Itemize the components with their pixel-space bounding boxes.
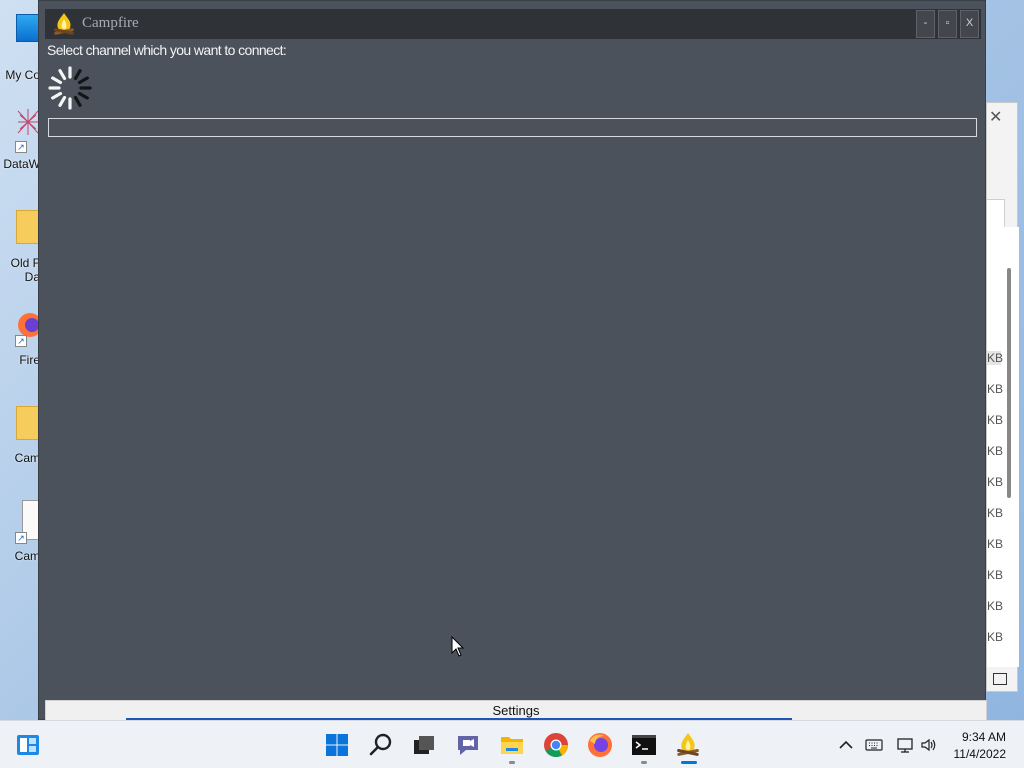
chrome-icon[interactable] bbox=[542, 731, 570, 759]
view-toggle-icon[interactable] bbox=[993, 673, 1007, 685]
desktop-icon-label: DataW bbox=[3, 157, 40, 171]
file-size: KB bbox=[987, 537, 1004, 551]
shortcut-arrow-icon: ↗ bbox=[15, 141, 27, 153]
chat-icon[interactable] bbox=[454, 731, 482, 759]
loading-spinner-icon bbox=[48, 66, 92, 110]
spinner-spoke bbox=[58, 69, 67, 81]
desktop-icon-label: Fire bbox=[19, 353, 40, 367]
keyboard-icon[interactable] bbox=[865, 736, 883, 754]
file-size: KB bbox=[987, 506, 1004, 520]
background-explorer-window: ✕ KB KB KB KB KB KB KB KB KB KB bbox=[986, 102, 1019, 692]
scrollbar[interactable] bbox=[1007, 268, 1011, 498]
terminal-icon[interactable] bbox=[630, 731, 658, 759]
file-size: KB bbox=[987, 382, 1004, 396]
spinner-spoke bbox=[73, 95, 82, 107]
desktop-icon-label: Old F bbox=[10, 256, 40, 270]
maximize-button[interactable]: ▫ bbox=[938, 10, 957, 38]
background-search-field[interactable] bbox=[987, 199, 1005, 229]
window-title: Campfire bbox=[82, 15, 139, 31]
campfire-window: Campfire - ▫ X Select channel which you … bbox=[38, 0, 987, 721]
title-bar[interactable]: Campfire - ▫ X bbox=[45, 9, 981, 39]
search-icon[interactable] bbox=[367, 731, 395, 759]
shortcut-arrow-icon: ↗ bbox=[15, 532, 27, 544]
file-size: KB bbox=[987, 413, 1004, 427]
close-icon[interactable]: ✕ bbox=[989, 107, 1002, 127]
running-indicator bbox=[509, 761, 515, 764]
mouse-cursor-icon bbox=[451, 636, 465, 657]
campfire-icon bbox=[54, 13, 74, 35]
desktop-icon-label: My Co bbox=[5, 68, 40, 82]
datawarrior-icon bbox=[17, 109, 39, 135]
spinner-spoke bbox=[51, 76, 63, 85]
campfire-icon[interactable] bbox=[674, 731, 702, 759]
widgets-icon[interactable] bbox=[14, 731, 42, 759]
task-view-icon[interactable] bbox=[410, 731, 438, 759]
spinner-spoke bbox=[77, 76, 89, 85]
file-size: KB bbox=[987, 568, 1004, 582]
spinner-spoke bbox=[77, 91, 89, 100]
firefox-icon[interactable] bbox=[586, 731, 614, 759]
channel-input[interactable] bbox=[48, 118, 977, 137]
channel-prompt-label: Select channel which you want to connect… bbox=[47, 42, 287, 58]
spinner-spoke bbox=[51, 91, 63, 100]
file-explorer-icon[interactable] bbox=[498, 731, 526, 759]
file-size: KB bbox=[987, 630, 1004, 644]
start-icon[interactable] bbox=[323, 731, 351, 759]
folder-icon bbox=[16, 210, 40, 244]
clock-date[interactable]: 11/4/2022 bbox=[936, 747, 1007, 761]
chevron-up-icon[interactable] bbox=[837, 736, 855, 754]
file-size: KB bbox=[987, 444, 1004, 458]
running-indicator bbox=[641, 761, 647, 764]
network-icon[interactable] bbox=[896, 736, 914, 754]
spinner-spoke bbox=[58, 95, 67, 107]
close-button[interactable]: X bbox=[960, 10, 979, 38]
desktop-icon-label: Cam bbox=[14, 451, 40, 465]
file-size: KB bbox=[987, 599, 1004, 613]
folder-icon bbox=[16, 406, 40, 440]
computer-icon bbox=[16, 14, 40, 42]
desktop-icon-label-line2: Da bbox=[24, 270, 40, 284]
active-indicator bbox=[681, 761, 697, 764]
minimize-button[interactable]: - bbox=[916, 10, 935, 38]
file-size: KB bbox=[987, 351, 1004, 365]
shortcut-arrow-icon: ↗ bbox=[15, 335, 27, 347]
clock-time[interactable]: 9:34 AM bbox=[936, 730, 1006, 744]
taskbar: 9:34 AM 11/4/2022 bbox=[0, 720, 1024, 768]
desktop-icon-label: Cam bbox=[14, 549, 40, 563]
file-size: KB bbox=[987, 475, 1004, 489]
spinner-spoke bbox=[73, 69, 82, 81]
